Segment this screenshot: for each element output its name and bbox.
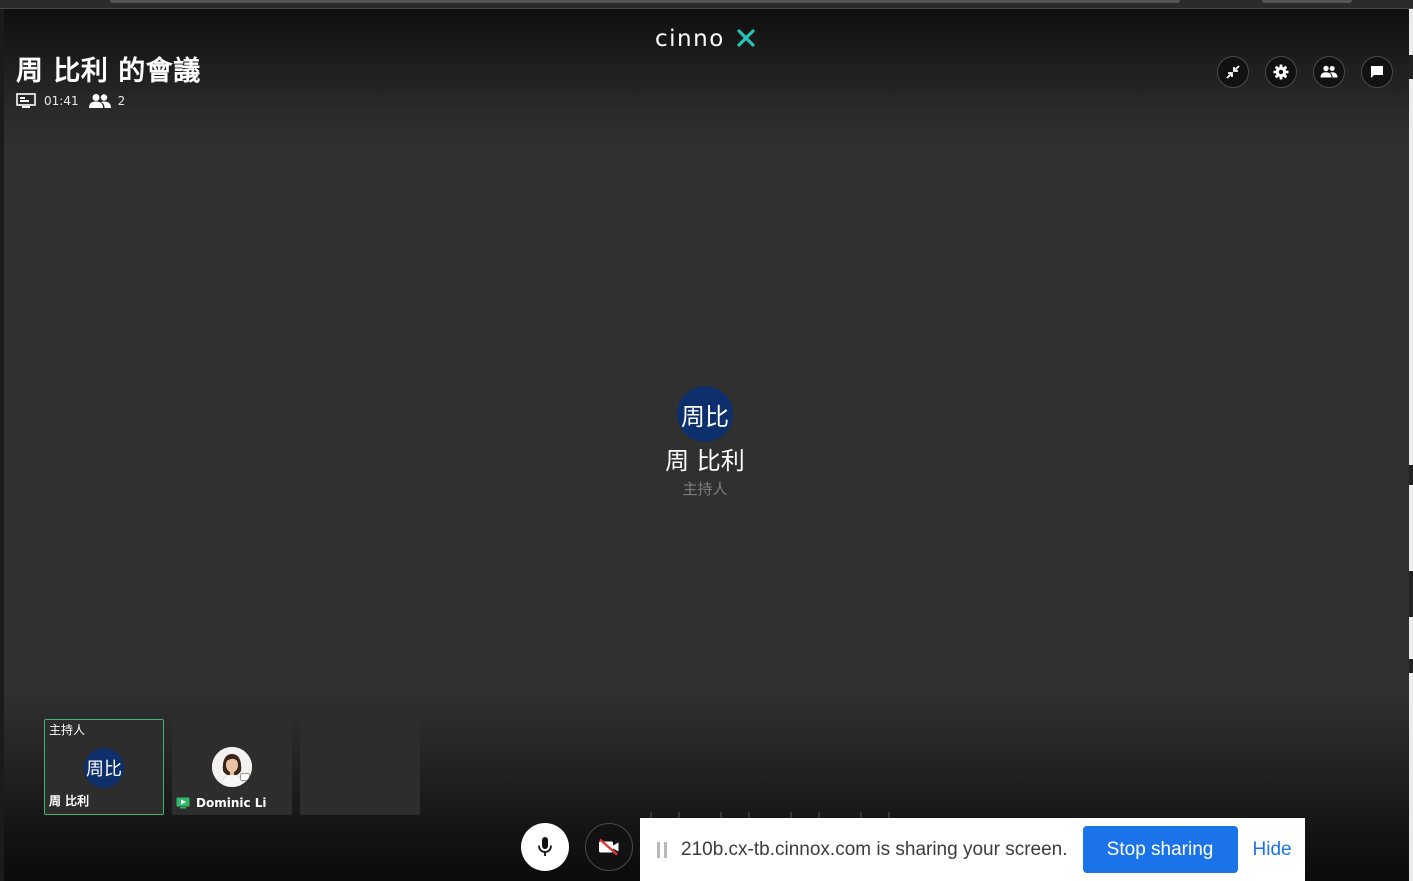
drag-handle[interactable] — [657, 841, 667, 858]
speaker-role: 主持人 — [682, 480, 728, 498]
cinnox-logo: cinno — [655, 25, 760, 52]
participants-button[interactable] — [1313, 56, 1345, 88]
screen-share-icon — [176, 797, 190, 809]
microphone-button[interactable] — [521, 823, 569, 871]
participant-count: 2 — [117, 94, 126, 108]
participant-tile-host[interactable]: 主持人 周比 周 比利 — [44, 719, 164, 815]
window-right-edge — [1409, 9, 1413, 881]
speaker-avatar: 周比 — [677, 386, 733, 442]
speaker-name: 周 比利 — [665, 447, 745, 475]
camera-button[interactable] — [585, 823, 633, 871]
profile-photo-avatar — [212, 747, 252, 787]
device-badge-icon — [240, 773, 250, 781]
participant-tile-dominic[interactable]: Dominic Li — [172, 719, 292, 815]
microphone-icon — [538, 837, 552, 856]
meeting-header: 周 比利 的會議 01:41 2 — [16, 54, 201, 110]
settings-button[interactable] — [1265, 56, 1297, 88]
collapse-arrows-icon — [1226, 65, 1240, 79]
tile-name-row: Dominic Li — [176, 796, 267, 810]
logo-wordmark: cinno — [655, 26, 755, 52]
browser-tab-strip — [0, 0, 1413, 9]
host-tag: 主持人 — [49, 723, 86, 737]
tile-name: 周 比利 — [49, 794, 90, 808]
camera-off-icon — [599, 838, 619, 856]
browser-address-bar — [110, 0, 1180, 3]
person-photo-icon — [212, 747, 252, 787]
stop-sharing-button[interactable]: Stop sharing — [1082, 826, 1238, 873]
browser-toolbar-shape — [1262, 0, 1352, 3]
meeting-meta: 01:41 2 — [16, 92, 201, 110]
minimize-button[interactable] — [1217, 56, 1249, 88]
hide-button[interactable]: Hide — [1253, 839, 1292, 861]
active-speaker: 周比 周 比利 主持人 — [605, 386, 805, 499]
meeting-duration: 01:41 — [44, 94, 79, 108]
tile-avatar: 周比 — [84, 748, 124, 788]
people-icon — [1320, 65, 1338, 78]
share-message: 210b.cx-tb.cinnox.com is sharing your sc… — [681, 838, 1068, 860]
participant-tiles: 主持人 周比 周 比利 Dominic Li — [44, 719, 428, 815]
participant-tile-empty — [300, 719, 420, 815]
media-controls — [521, 823, 649, 871]
chat-bubble-icon — [1371, 66, 1383, 78]
chat-button[interactable] — [1361, 56, 1393, 88]
meeting-title: 周 比利 的會議 — [16, 56, 201, 87]
screen-share-notification: 210b.cx-tb.cinnox.com is sharing your sc… — [640, 818, 1305, 881]
tile-name: Dominic Li — [196, 796, 267, 810]
svg-text:cinno: cinno — [655, 26, 725, 51]
top-controls — [1217, 56, 1409, 88]
gear-icon — [1273, 64, 1289, 80]
screen-present-icon — [16, 93, 36, 109]
participants-icon — [88, 93, 112, 109]
